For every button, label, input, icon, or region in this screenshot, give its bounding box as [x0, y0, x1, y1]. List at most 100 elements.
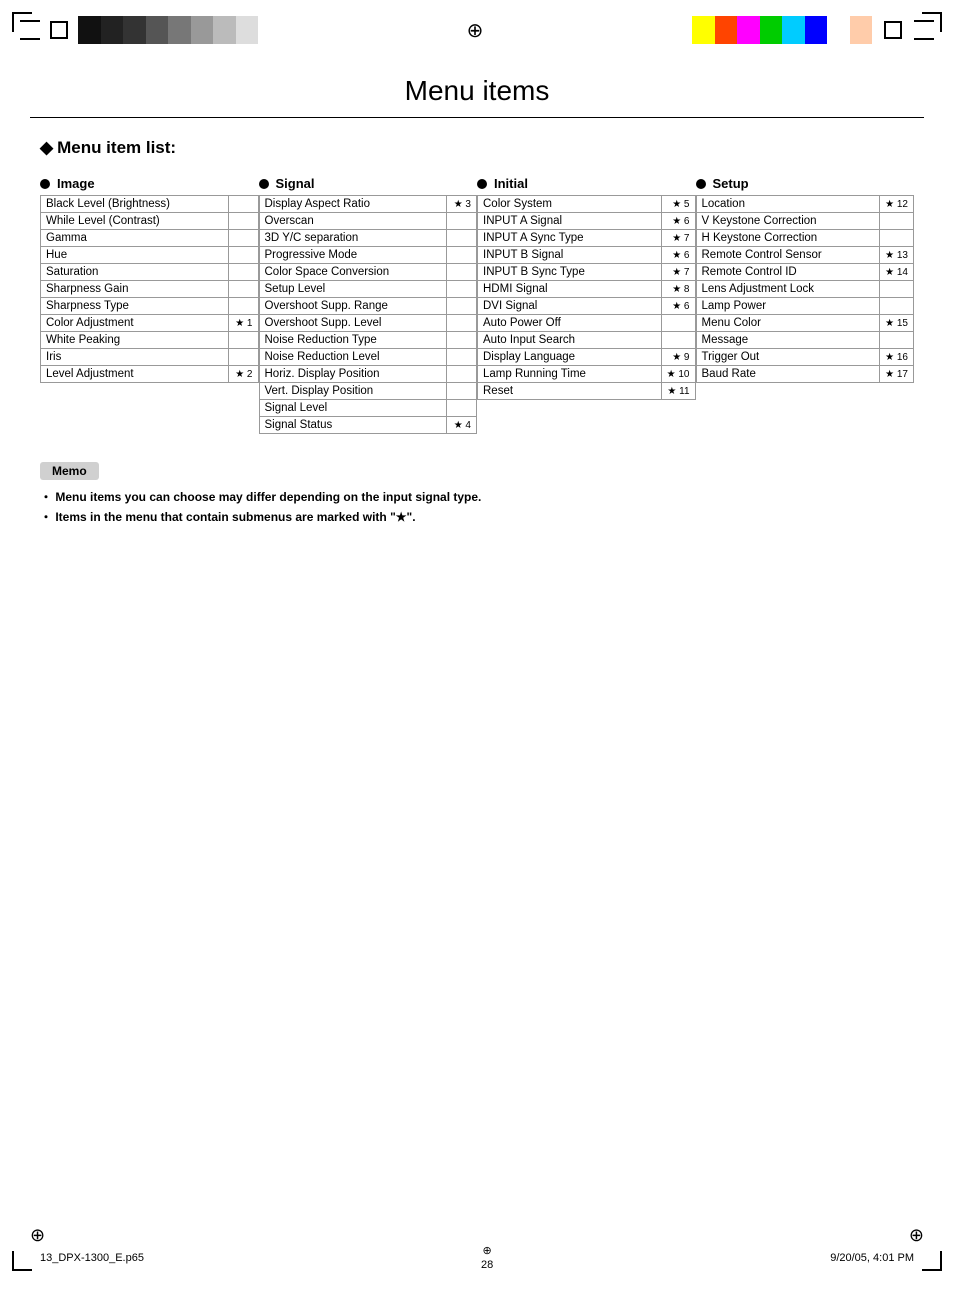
- menu-item-label: Level Adjustment: [41, 366, 229, 383]
- reg-marks-left: [20, 16, 258, 44]
- menu-item-label: H Keystone Correction: [696, 230, 880, 247]
- menu-item-star: [447, 400, 477, 417]
- menu-item-star: [228, 298, 258, 315]
- menu-item-star: [447, 213, 477, 230]
- menu-item-star: [228, 332, 258, 349]
- menu-item-star: ★ 16: [880, 349, 914, 366]
- menu-table-initial: Color System★ 5INPUT A Signal★ 6INPUT A …: [477, 195, 696, 400]
- menu-item-label: DVI Signal: [478, 298, 662, 315]
- menu-item-star: ★ 14: [880, 264, 914, 281]
- table-row: Noise Reduction Type: [259, 332, 477, 349]
- menu-item-star: [447, 366, 477, 383]
- menu-item-label: While Level (Contrast): [41, 213, 229, 230]
- table-row: HDMI Signal★ 8: [478, 281, 696, 298]
- col-header-setup: Setup: [696, 176, 915, 191]
- menu-item-label: V Keystone Correction: [696, 213, 880, 230]
- menu-item-star: [447, 332, 477, 349]
- table-row: Baud Rate★ 17: [696, 366, 914, 383]
- footer-center: ⊕ 28: [481, 1244, 493, 1271]
- table-row: DVI Signal★ 6: [478, 298, 696, 315]
- menu-item-label: INPUT B Sync Type: [478, 264, 662, 281]
- color-bars-left: [78, 16, 258, 44]
- menu-item-star: [447, 264, 477, 281]
- menu-item-star: ★ 6: [661, 247, 695, 264]
- menu-table-image: Black Level (Brightness)While Level (Con…: [40, 195, 259, 383]
- menu-item-star: [880, 332, 914, 349]
- menu-item-label: Baud Rate: [696, 366, 880, 383]
- menu-item-label: Iris: [41, 349, 229, 366]
- menu-item-label: Noise Reduction Level: [259, 349, 447, 366]
- color-bars-right: [692, 16, 872, 44]
- menu-item-star: [880, 230, 914, 247]
- table-row: Iris: [41, 349, 259, 366]
- table-row: Auto Input Search: [478, 332, 696, 349]
- table-row: Signal Status★ 4: [259, 417, 477, 434]
- menu-item-star: [447, 230, 477, 247]
- table-row: INPUT B Signal★ 6: [478, 247, 696, 264]
- menu-item-star: ★ 2: [228, 366, 258, 383]
- menu-item-star: [447, 247, 477, 264]
- table-row: Hue: [41, 247, 259, 264]
- menu-item-star: ★ 7: [661, 264, 695, 281]
- table-row: Color System★ 5: [478, 196, 696, 213]
- table-row: Overshoot Supp. Range: [259, 298, 477, 315]
- table-row: Auto Power Off: [478, 315, 696, 332]
- menu-item-label: Lamp Running Time: [478, 366, 662, 383]
- menu-item-label: Signal Level: [259, 400, 447, 417]
- menu-item-label: White Peaking: [41, 332, 229, 349]
- table-row: Color Space Conversion: [259, 264, 477, 281]
- menu-item-label: Display Language: [478, 349, 662, 366]
- table-row: Signal Level: [259, 400, 477, 417]
- menu-item-label: Lens Adjustment Lock: [696, 281, 880, 298]
- menu-item-label: Saturation: [41, 264, 229, 281]
- menu-item-star: ★ 12: [880, 196, 914, 213]
- menu-item-star: [880, 213, 914, 230]
- menu-item-star: [447, 315, 477, 332]
- menu-item-star: ★ 4: [447, 417, 477, 434]
- menu-item-star: ★ 15: [880, 315, 914, 332]
- menu-item-star: ★ 6: [661, 298, 695, 315]
- memo-section: Memo ・ Menu items you can choose may dif…: [40, 462, 914, 525]
- table-row: 3D Y/C separation: [259, 230, 477, 247]
- table-row: Progressive Mode: [259, 247, 477, 264]
- table-row: Sharpness Gain: [41, 281, 259, 298]
- menu-item-label: Sharpness Gain: [41, 281, 229, 298]
- menu-item-label: Menu Color: [696, 315, 880, 332]
- memo-line-1: ・ Menu items you can choose may differ d…: [40, 488, 914, 505]
- menu-item-star: [880, 281, 914, 298]
- menu-item-star: [228, 264, 258, 281]
- menu-item-star: [228, 213, 258, 230]
- corner-tl: [12, 12, 32, 32]
- section-heading: ◆Menu item list:: [40, 138, 914, 158]
- menu-item-star: [228, 281, 258, 298]
- menu-item-label: Location: [696, 196, 880, 213]
- menu-item-star: ★ 7: [661, 230, 695, 247]
- menu-item-label: Gamma: [41, 230, 229, 247]
- menu-item-label: Lamp Power: [696, 298, 880, 315]
- menu-item-label: Reset: [478, 383, 662, 400]
- menu-item-star: [447, 349, 477, 366]
- table-row: White Peaking: [41, 332, 259, 349]
- menu-item-label: Message: [696, 332, 880, 349]
- table-row: Reset★ 11: [478, 383, 696, 400]
- table-row: Black Level (Brightness): [41, 196, 259, 213]
- corner-tr: [922, 12, 942, 32]
- table-row: Display Language★ 9: [478, 349, 696, 366]
- page-footer: 13_DPX-1300_E.p65 ⊕ 28 9/20/05, 4:01 PM: [0, 1244, 954, 1271]
- menu-item-label: Overshoot Supp. Level: [259, 315, 447, 332]
- menu-item-star: [228, 230, 258, 247]
- footer-page: 28: [481, 1259, 493, 1271]
- table-row: INPUT B Sync Type★ 7: [478, 264, 696, 281]
- memo-label: Memo: [40, 462, 99, 480]
- col-header-image: Image: [40, 176, 259, 191]
- table-row: Color Adjustment★ 1: [41, 315, 259, 332]
- menu-item-label: Auto Input Search: [478, 332, 662, 349]
- menu-item-star: [661, 332, 695, 349]
- menu-item-label: Horiz. Display Position: [259, 366, 447, 383]
- menu-item-label: Remote Control ID: [696, 264, 880, 281]
- menu-item-star: [880, 298, 914, 315]
- menu-item-label: Color Space Conversion: [259, 264, 447, 281]
- menu-item-star: ★ 5: [661, 196, 695, 213]
- table-row: Remote Control ID★ 14: [696, 264, 914, 281]
- table-row: INPUT A Sync Type★ 7: [478, 230, 696, 247]
